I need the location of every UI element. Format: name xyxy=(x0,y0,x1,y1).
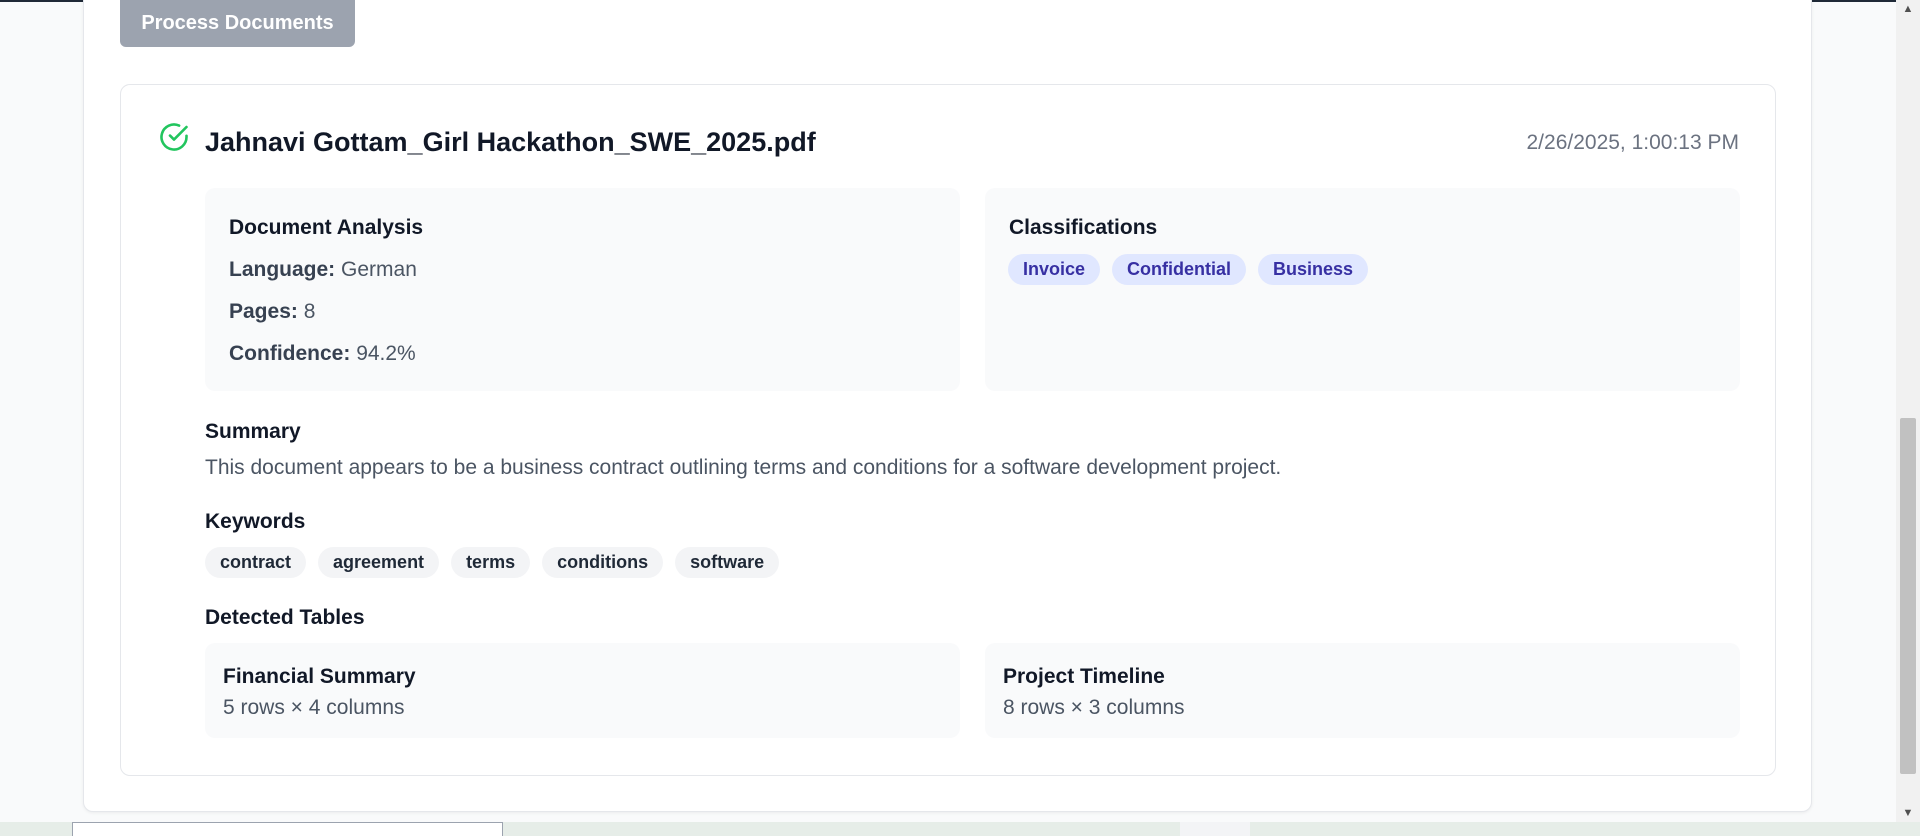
keywords-title: Keywords xyxy=(205,510,306,533)
bottom-taskbar-strip xyxy=(0,822,1920,836)
taskbar-segment xyxy=(1180,822,1250,836)
keyword-tag: software xyxy=(675,547,780,578)
processed-timestamp: 2/26/2025, 1:00:13 PM xyxy=(1526,131,1740,154)
pages-value: 8 xyxy=(303,300,316,323)
keyword-tag: terms xyxy=(451,547,531,578)
classification-tag: Confidential xyxy=(1112,254,1247,285)
keyword-tag: contract xyxy=(205,547,307,578)
table-dimensions: 8 rows × 3 columns xyxy=(1003,696,1185,719)
language-label: Language: xyxy=(229,258,336,281)
pages-row: Pages: 8 xyxy=(229,300,315,324)
confidence-value: 94.2% xyxy=(356,342,416,365)
taskbar-preview xyxy=(72,822,503,836)
check-circle-icon xyxy=(160,123,188,151)
pages-label: Pages: xyxy=(229,300,298,323)
classification-tags: Invoice Confidential Business xyxy=(1008,254,1369,285)
classification-tag: Invoice xyxy=(1008,254,1101,285)
summary-title: Summary xyxy=(205,420,301,443)
confidence-row: Confidence: 94.2% xyxy=(229,342,416,366)
language-value: German xyxy=(341,258,417,281)
scrollbar-thumb[interactable] xyxy=(1900,418,1916,774)
detected-table-card: Financial Summary 5 rows × 4 columns xyxy=(205,643,960,738)
table-name: Project Timeline xyxy=(1003,665,1165,688)
keyword-tag: agreement xyxy=(318,547,440,578)
keyword-tag: conditions xyxy=(542,547,664,578)
keyword-tags: contract agreement terms conditions soft… xyxy=(205,547,780,578)
document-result-card: Jahnavi Gottam_Girl Hackathon_SWE_2025.p… xyxy=(120,84,1776,776)
detected-table-card: Project Timeline 8 rows × 3 columns xyxy=(985,643,1740,738)
file-name: Jahnavi Gottam_Girl Hackathon_SWE_2025.p… xyxy=(205,127,816,157)
summary-text: This document appears to be a business c… xyxy=(205,456,1282,479)
document-analysis-title: Document Analysis xyxy=(229,216,424,239)
table-name: Financial Summary xyxy=(223,665,416,688)
classifications-panel: Classifications Invoice Confidential Bus… xyxy=(985,188,1740,391)
vertical-scrollbar[interactable]: ▲ ▼ xyxy=(1896,0,1920,822)
scroll-up-arrow-icon[interactable]: ▲ xyxy=(1896,0,1920,18)
process-documents-button[interactable]: Process Documents xyxy=(120,0,355,47)
classifications-title: Classifications xyxy=(1009,216,1158,239)
detected-tables-title: Detected Tables xyxy=(205,606,365,629)
scroll-down-arrow-icon[interactable]: ▼ xyxy=(1896,804,1920,822)
table-dimensions: 5 rows × 4 columns xyxy=(223,696,405,719)
classification-tag: Business xyxy=(1258,254,1369,285)
confidence-label: Confidence: xyxy=(229,342,351,365)
document-analysis-panel: Document Analysis Language: German Pages… xyxy=(205,188,960,391)
language-row: Language: German xyxy=(229,258,417,282)
